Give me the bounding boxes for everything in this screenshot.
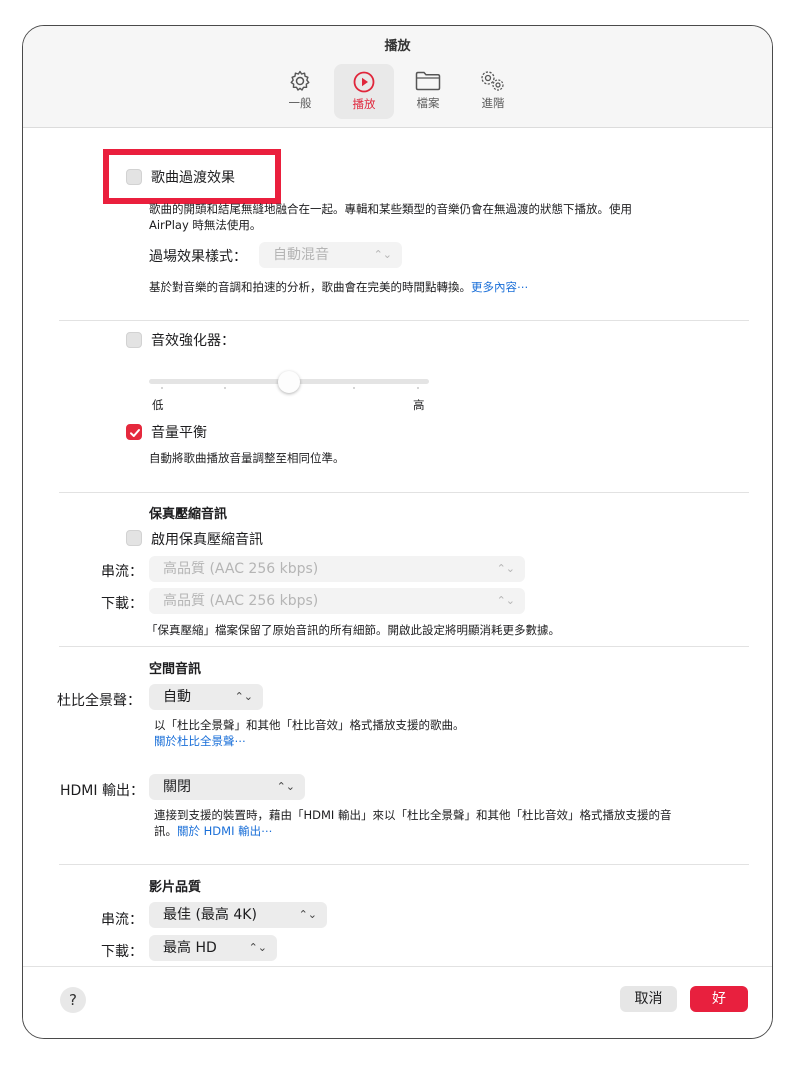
sound-check-label: 音量平衡 bbox=[151, 425, 207, 441]
lossless-download-label: 下載： bbox=[101, 596, 143, 612]
divider bbox=[59, 864, 749, 865]
crossfade-style-label: 過場效果樣式： bbox=[149, 249, 247, 265]
divider bbox=[59, 492, 749, 493]
lossless-enable-label: 啟用保真壓縮音訊 bbox=[151, 532, 263, 548]
tab-general[interactable]: 一般 bbox=[270, 63, 330, 117]
updown-chevron-icon: ⌃⌄ bbox=[234, 690, 253, 703]
divider bbox=[59, 646, 749, 647]
video-streaming-select[interactable]: 最佳 (最高 4K) ⌃⌄ bbox=[149, 902, 327, 928]
hdmi-desc-line2: 訊。關於 HDMI 輸出⋯ bbox=[154, 824, 273, 838]
updown-chevron-icon: ⌃⌄ bbox=[373, 248, 392, 261]
lossless-streaming-label: 串流： bbox=[101, 564, 143, 580]
slider-tick bbox=[353, 387, 355, 389]
tab-playback-label: 播放 bbox=[352, 97, 376, 111]
lossless-download-select[interactable]: 高品質 (AAC 256 kbps) ⌃⌄ bbox=[149, 588, 525, 614]
updown-chevron-icon: ⌃⌄ bbox=[496, 562, 515, 575]
crossfade-desc-line2: AirPlay 時無法使用。 bbox=[149, 218, 262, 232]
sound-enhancer-checkbox[interactable] bbox=[126, 332, 142, 348]
slider-tick bbox=[161, 387, 163, 389]
hdmi-label: HDMI 輸出： bbox=[60, 783, 144, 799]
crossfade-desc-line1: 歌曲的開頭和結尾無縫地融合在一起。專輯和某些類型的音樂仍會在無過渡的狀態下播放。… bbox=[149, 202, 632, 216]
about-hdmi-link[interactable]: 關於 HDMI 輸出⋯ bbox=[177, 824, 273, 838]
lossless-checkbox[interactable] bbox=[126, 530, 142, 546]
slider-tick bbox=[417, 387, 419, 389]
settings-window: 播放 一般 播放 檔案 進階 歌曲過渡效果 歌曲的開頭和結尾無縫地融合在一起。專… bbox=[22, 25, 773, 1039]
lossless-streaming-select[interactable]: 高品質 (AAC 256 kbps) ⌃⌄ bbox=[149, 556, 525, 582]
dialog-footer: ? 取消 好 bbox=[23, 966, 772, 1038]
tab-files[interactable]: 檔案 bbox=[398, 63, 458, 117]
tab-advanced[interactable]: 進階 bbox=[463, 63, 523, 117]
video-download-label: 下載： bbox=[101, 944, 143, 960]
updown-chevron-icon: ⌃⌄ bbox=[248, 941, 267, 954]
lossless-streaming-value: 高品質 (AAC 256 kbps) bbox=[163, 561, 319, 577]
hdmi-desc-line1: 連接到支援的裝置時，藉由「HDMI 輸出」來以「杜比全景聲」和其他「杜比音效」格… bbox=[154, 808, 672, 822]
lossless-download-value: 高品質 (AAC 256 kbps) bbox=[163, 593, 319, 609]
checkmark-icon bbox=[130, 429, 140, 437]
atmos-select[interactable]: 自動 ⌃⌄ bbox=[149, 684, 263, 710]
ok-button[interactable]: 好 bbox=[690, 986, 748, 1012]
updown-chevron-icon: ⌃⌄ bbox=[496, 594, 515, 607]
sound-enhancer-slider-knob[interactable] bbox=[278, 371, 300, 393]
atmos-label: 杜比全景聲： bbox=[57, 693, 141, 709]
video-streaming-value: 最佳 (最高 4K) bbox=[163, 907, 257, 923]
slider-tick bbox=[224, 387, 226, 389]
updown-chevron-icon: ⌃⌄ bbox=[298, 908, 317, 921]
slider-high-label: 高 bbox=[413, 398, 425, 412]
video-streaming-label: 串流： bbox=[101, 912, 143, 928]
crossfade-style-value: 自動混音 bbox=[273, 247, 329, 263]
help-button[interactable]: ? bbox=[60, 987, 86, 1013]
tab-general-label: 一般 bbox=[288, 96, 312, 110]
updown-chevron-icon: ⌃⌄ bbox=[276, 780, 295, 793]
crossfade-checkbox[interactable] bbox=[126, 169, 142, 185]
more-info-link[interactable]: 更多內容⋯ bbox=[471, 280, 529, 294]
video-download-value: 最高 HD bbox=[163, 940, 217, 956]
video-download-select[interactable]: 最高 HD ⌃⌄ bbox=[149, 935, 277, 961]
spatial-heading: 空間音訊 bbox=[149, 662, 202, 677]
crossfade-style-select[interactable]: 自動混音 ⌃⌄ bbox=[259, 242, 402, 268]
slider-low-label: 低 bbox=[152, 398, 164, 412]
sound-check-checkbox[interactable] bbox=[126, 424, 142, 440]
cancel-button[interactable]: 取消 bbox=[620, 986, 677, 1012]
hdmi-select[interactable]: 關閉 ⌃⌄ bbox=[149, 774, 305, 800]
atmos-desc: 以「杜比全景聲」和其他「杜比音效」格式播放支援的歌曲。 bbox=[154, 718, 465, 732]
crossfade-analysis-desc: 基於對音樂的音調和拍速的分析，歌曲會在完美的時間點轉換。更多內容⋯ bbox=[149, 280, 529, 294]
lossless-heading: 保真壓縮音訊 bbox=[149, 507, 228, 522]
gear-icon bbox=[290, 70, 310, 91]
tab-playback[interactable]: 播放 bbox=[334, 64, 394, 119]
playback-settings-content: 歌曲過渡效果 歌曲的開頭和結尾無縫地融合在一起。專輯和某些類型的音樂仍會在無過渡… bbox=[23, 128, 772, 966]
window-title: 播放 bbox=[384, 39, 411, 54]
tab-files-label: 檔案 bbox=[416, 96, 440, 110]
hdmi-value: 關閉 bbox=[163, 779, 191, 795]
play-circle-icon bbox=[353, 71, 375, 93]
gears-icon bbox=[481, 71, 504, 91]
video-heading: 影片品質 bbox=[149, 880, 202, 895]
about-atmos-link[interactable]: 關於杜比全景聲⋯ bbox=[154, 733, 246, 749]
sound-enhancer-label: 音效強化器： bbox=[151, 333, 235, 349]
tab-advanced-label: 進階 bbox=[481, 96, 505, 110]
sound-check-desc: 自動將歌曲播放音量調整至相同位準。 bbox=[149, 451, 345, 465]
folder-icon bbox=[415, 71, 441, 91]
divider bbox=[59, 320, 749, 321]
crossfade-label: 歌曲過渡效果 bbox=[151, 170, 235, 186]
toolbar: 播放 一般 播放 檔案 進階 bbox=[23, 26, 772, 128]
lossless-desc: 「保真壓縮」檔案保留了原始音訊的所有細節。開啟此設定將明顯消耗更多數據。 bbox=[146, 623, 560, 637]
atmos-value: 自動 bbox=[163, 689, 191, 705]
